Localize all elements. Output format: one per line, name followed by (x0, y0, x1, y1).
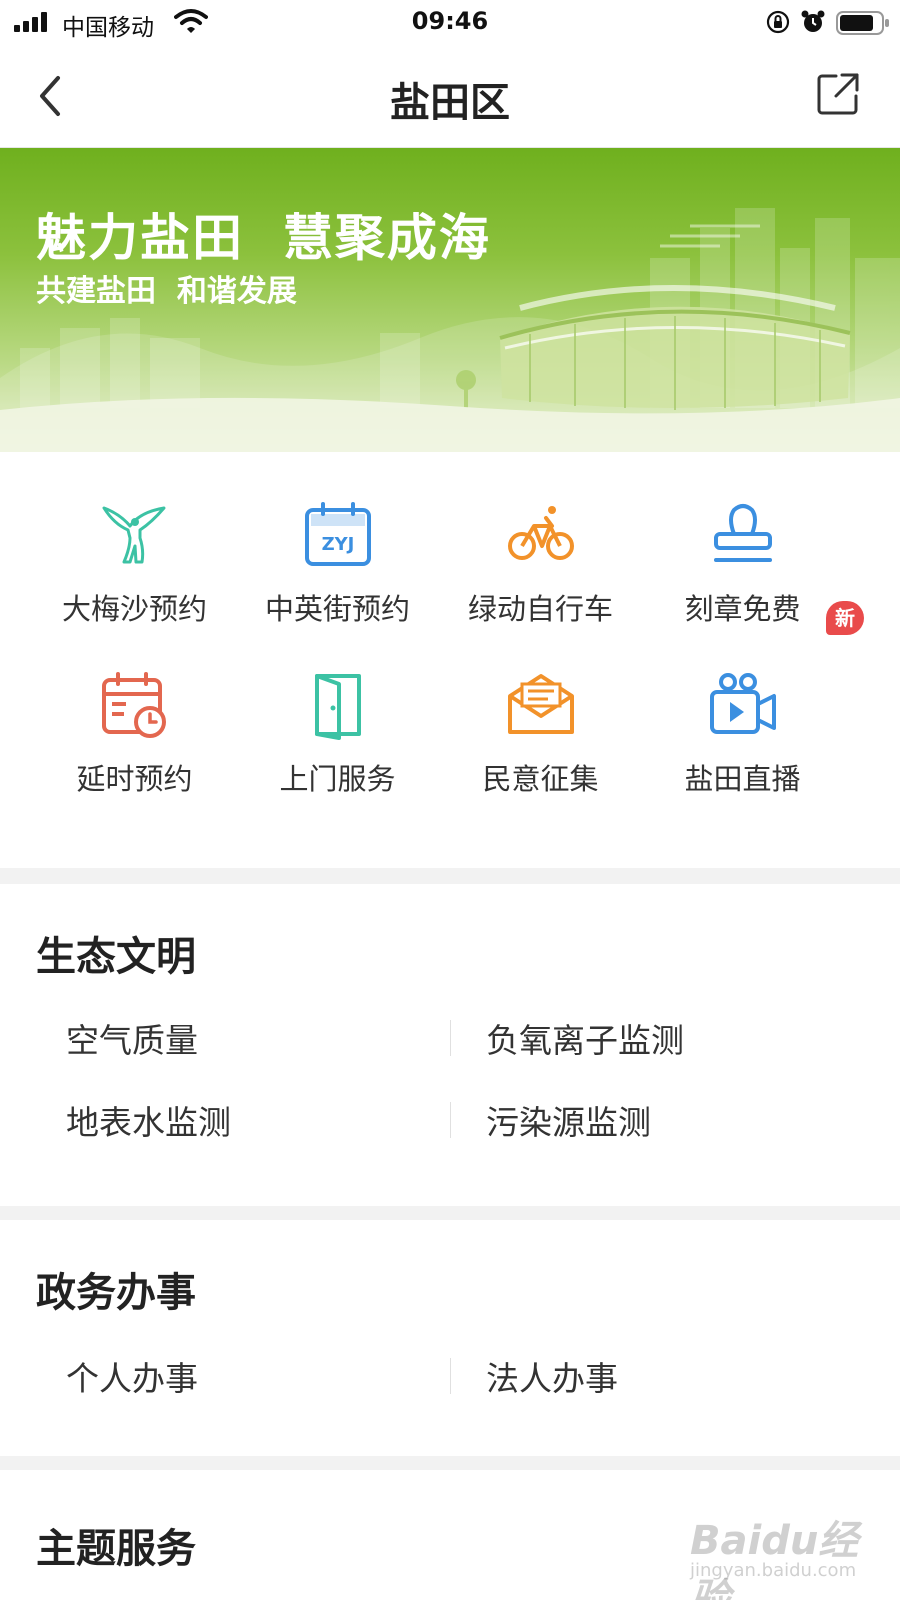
rotation-lock-icon (766, 10, 790, 34)
grid-label: 刻章免费 (684, 592, 801, 626)
grid-label: 中英街预约 (264, 592, 410, 626)
grid-item-door-service[interactable]: 上门服务 (225, 670, 450, 820)
bicycle-icon (508, 506, 574, 560)
legal-person-affairs-link[interactable]: 法人办事 (486, 1352, 618, 1400)
angel-statue-icon (102, 506, 166, 564)
service-grid: 大梅沙预约 ZYJ 中英街预约 绿动自行车 刻章免费 延时预约 上门服务 民意征… (0, 452, 900, 868)
government-section: 政务办事 个人办事 法人办事 (0, 1220, 900, 1456)
hero-banner[interactable]: 魅力盐田 慧聚成海 共建盐田 和谐发展 (0, 148, 900, 452)
new-badge: 新 (826, 601, 864, 635)
grid-item-bicycle[interactable]: 绿动自行车 (428, 500, 653, 650)
watermark-text: Baidu经验 (690, 1518, 859, 1600)
air-quality-link[interactable]: 空气质量 (66, 1014, 198, 1062)
grid-item-dameisha[interactable]: 大梅沙预约 (22, 500, 247, 650)
door-icon (315, 674, 361, 740)
calendar-clock-icon (102, 672, 166, 738)
grid-label: 盐田直播 (684, 762, 801, 796)
divider (450, 1020, 451, 1056)
zyj-icon-text: ZYJ (322, 534, 355, 555)
pollution-source-link[interactable]: 污染源监测 (486, 1096, 651, 1144)
banner-subtitle: 共建盐田 和谐发展 (36, 274, 297, 309)
battery-icon (836, 11, 889, 35)
grid-label: 民意征集 (482, 762, 599, 796)
envelope-icon (508, 674, 574, 734)
grid-item-stamp[interactable]: 刻章免费 (630, 500, 855, 650)
negative-ion-link[interactable]: 负氧离子监测 (486, 1014, 684, 1062)
personal-affairs-link[interactable]: 个人办事 (66, 1352, 198, 1400)
grid-item-delay-appointment[interactable]: 延时预约 (22, 670, 247, 820)
ecology-section: 生态文明 空气质量 负氧离子监测 地表水监测 污染源监测 (0, 884, 900, 1206)
divider (450, 1358, 451, 1394)
watermark-url: jingyan.baidu.com (690, 1560, 857, 1581)
banner-title: 魅力盐田 慧聚成海 (36, 209, 491, 267)
share-icon[interactable] (814, 70, 862, 118)
grid-label: 绿动自行车 (467, 592, 613, 626)
surface-water-link[interactable]: 地表水监测 (66, 1096, 231, 1144)
grid-label: 上门服务 (279, 762, 396, 796)
stamp-icon (714, 504, 772, 562)
section-title: 生态文明 (36, 934, 196, 980)
section-title: 主题服务 (36, 1526, 196, 1572)
baidu-watermark: Baidu经验 jingyan.baidu.com (690, 1500, 890, 1600)
grid-item-zhongyingjie[interactable]: ZYJ 中英街预约 (225, 500, 450, 650)
grid-item-opinion[interactable]: 民意征集 (428, 670, 653, 820)
zyj-calendar-icon: ZYJ (305, 502, 371, 566)
grid-item-live[interactable]: 盐田直播 (630, 670, 855, 820)
grid-label: 大梅沙预约 (61, 592, 207, 626)
section-title: 政务办事 (36, 1270, 196, 1316)
divider (450, 1102, 451, 1138)
alarm-icon (801, 10, 825, 32)
status-bar: 中国移动 09:46 (0, 0, 900, 44)
navigation-bar: 盐田区 (0, 44, 900, 148)
video-camera-icon (710, 673, 776, 734)
page-title: 盐田区 (390, 80, 510, 126)
clock-time: 09:46 (411, 7, 489, 35)
grid-label: 延时预约 (76, 762, 193, 796)
